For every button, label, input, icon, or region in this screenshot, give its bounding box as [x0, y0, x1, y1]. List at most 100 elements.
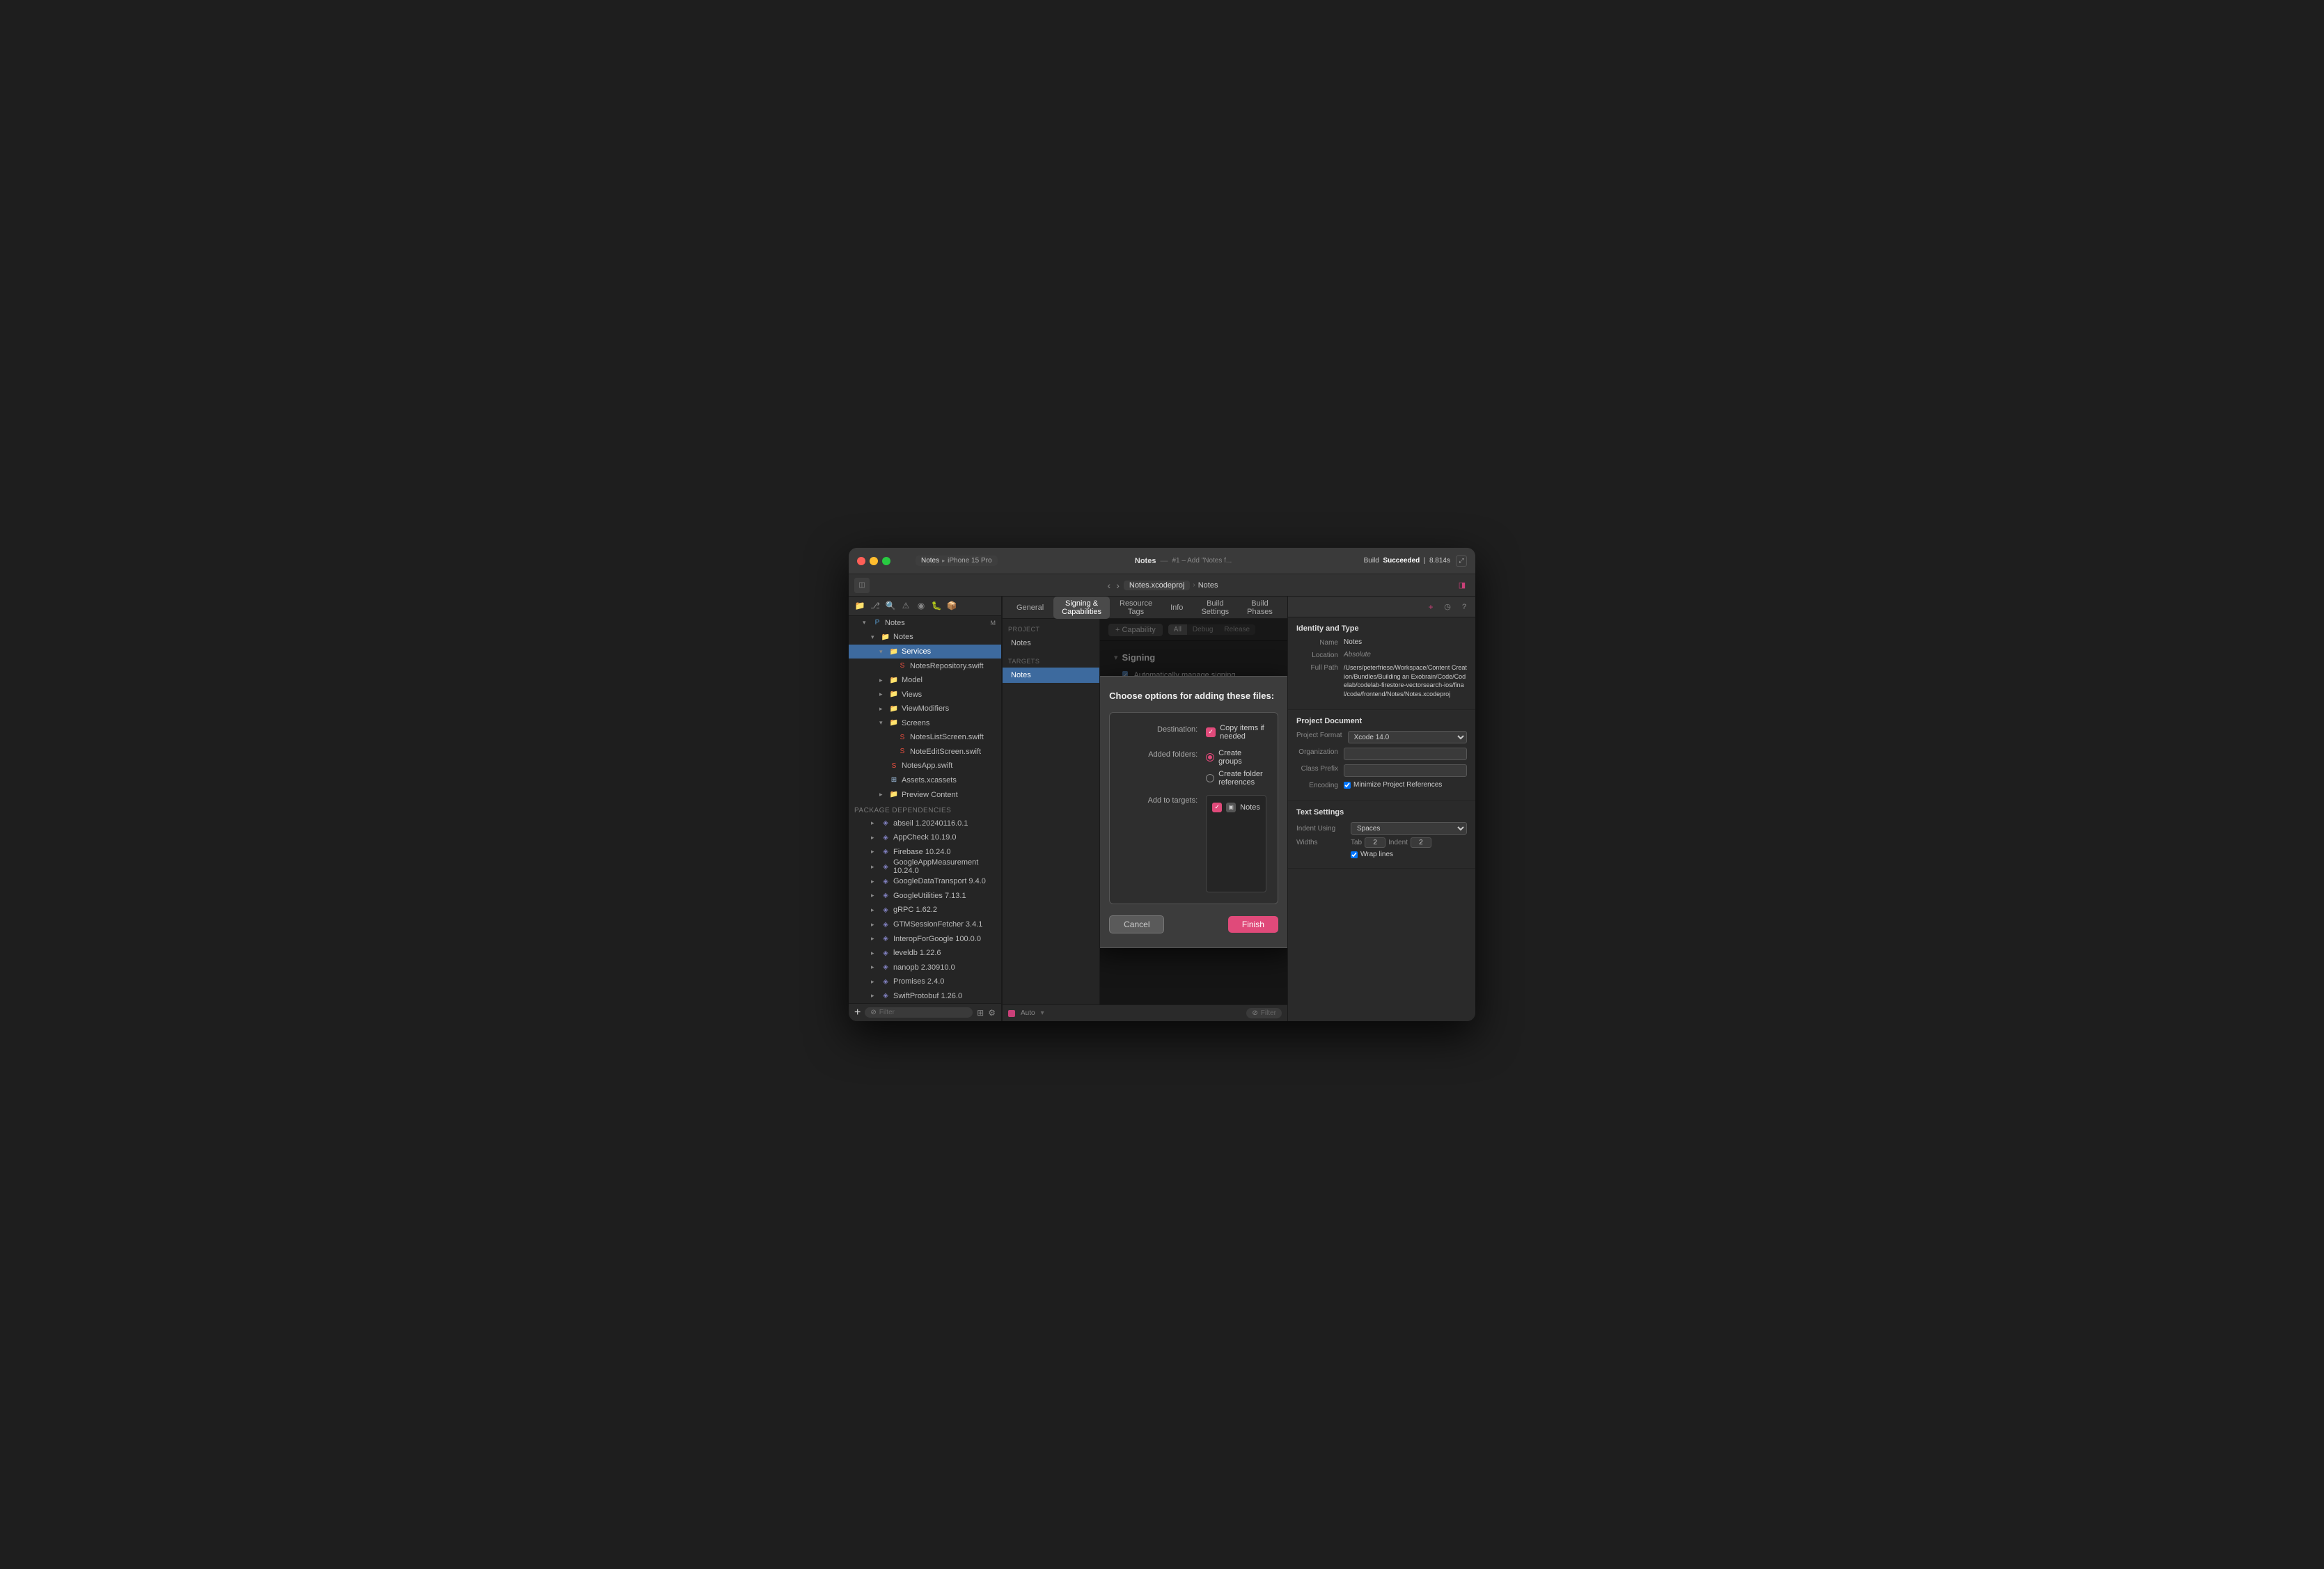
expand-button[interactable]: ⤢	[1456, 555, 1467, 567]
create-folder-refs-radio[interactable]	[1206, 774, 1214, 782]
sidebar-sort-icon[interactable]: ⊞	[977, 1008, 984, 1018]
sidebar-pkg-googleutils[interactable]: ▸ ◈ GoogleUtilities 7.13.1	[849, 889, 1001, 904]
added-folders-label: Added folders:	[1121, 749, 1198, 759]
test-icon[interactable]: ◉	[916, 600, 927, 611]
filter-bottom[interactable]: ⊘ Filter	[1246, 1008, 1282, 1018]
sidebar-item-notesapp[interactable]: ▸ S NotesApp.swift	[849, 759, 1001, 773]
sidebar-item-services[interactable]: ▾ 📁 Services	[849, 645, 1001, 659]
project-subtitle: #1 – Add "Notes f...	[1172, 557, 1232, 565]
sidebar-item-noteedit[interactable]: ▸ S NoteEditScreen.swift	[849, 745, 1001, 759]
copy-items-row: ✓ Copy items if needed	[1206, 724, 1266, 741]
project-format-select[interactable]: Xcode 14.0	[1348, 731, 1467, 743]
package-icon[interactable]: 📦	[946, 600, 957, 611]
noteslist-label: NotesListScreen.swift	[910, 733, 996, 741]
tab-build-settings[interactable]: Build Settings	[1193, 597, 1237, 619]
search-icon[interactable]: 🔍	[885, 600, 896, 611]
folder-icon: 📁	[889, 704, 899, 713]
git-icon[interactable]: ⎇	[870, 600, 881, 611]
zoom-button[interactable]	[882, 557, 890, 565]
wrap-lines-checkbox[interactable]	[1351, 851, 1358, 858]
organization-label: Organization	[1296, 748, 1338, 756]
copy-items-checkbox[interactable]: ✓	[1206, 727, 1216, 737]
history-icon[interactable]: ◷	[1442, 601, 1453, 613]
sidebar-settings-icon[interactable]: ⚙	[988, 1008, 996, 1018]
notesapp-label: NotesApp.swift	[902, 762, 996, 770]
project-format-label: Project Format	[1296, 731, 1342, 739]
forward-arrow[interactable]: ›	[1115, 580, 1121, 591]
new-file-icon[interactable]: +	[1425, 601, 1436, 613]
pkg-icon: ◈	[881, 934, 890, 944]
help-icon[interactable]: ?	[1459, 601, 1470, 613]
added-folders-content: Create groups Create folder references	[1206, 749, 1266, 787]
sidebar-item-notes-folder[interactable]: ▾ 📁 Notes	[849, 630, 1001, 645]
filter-bar[interactable]: ⊘ Filter	[865, 1007, 973, 1018]
sidebar-pkg-nanopb[interactable]: ▸ ◈ nanopb 2.30910.0	[849, 960, 1001, 975]
warning-icon[interactable]: ⚠	[900, 600, 911, 611]
sidebar-item-assets[interactable]: ▸ ⊞ Assets.xcassets	[849, 773, 1001, 788]
add-file-button[interactable]: +	[854, 1007, 861, 1019]
editor-area: + Capability All Debug Release ▾ Signing	[1100, 619, 1287, 1004]
sidebar-pkg-gtmsession[interactable]: ▸ ◈ GTMSessionFetcher 3.4.1	[849, 917, 1001, 932]
target-notes-checkbox[interactable]: ✓	[1212, 803, 1222, 812]
encoding-checkbox[interactable]	[1344, 782, 1351, 789]
tab-info[interactable]: Info	[1162, 601, 1191, 615]
tab-general[interactable]: General	[1008, 601, 1052, 615]
sidebar-item-model[interactable]: ▸ 📁 Model	[849, 673, 1001, 688]
folder-icon[interactable]: 📁	[854, 600, 865, 611]
tab-width-input[interactable]	[1365, 837, 1385, 848]
project-notes-item[interactable]: Notes	[1003, 636, 1099, 651]
cancel-button[interactable]: Cancel	[1109, 915, 1164, 933]
titlebar-center: Notes — #1 – Add "Notes f...	[1009, 557, 1358, 565]
create-groups-radio[interactable]	[1206, 753, 1214, 762]
sidebar-pkg-swiftprotobuf[interactable]: ▸ ◈ SwiftProtobuf 1.26.0	[849, 988, 1001, 1003]
project-doc-section: Project Document Project Format Xcode 14…	[1288, 710, 1475, 801]
organization-input[interactable]	[1344, 748, 1467, 760]
breadcrumb-item-notes[interactable]: Notes	[1198, 581, 1218, 590]
swift-file-icon: S	[897, 661, 907, 671]
breadcrumb-file[interactable]: Notes.xcodeproj	[1124, 581, 1191, 590]
indent-width-input[interactable]	[1411, 837, 1431, 848]
titlebar: Notes ▸ iPhone 15 Pro Notes — #1 – Add "…	[849, 548, 1475, 574]
sidebar-pkg-googletransport[interactable]: ▸ ◈ GoogleDataTransport 9.4.0	[849, 874, 1001, 889]
sidebar-toggle[interactable]: ◫	[854, 578, 870, 593]
sidebar-pkg-grpc[interactable]: ▸ ◈ gRPC 1.62.2	[849, 903, 1001, 917]
sidebar-item-views[interactable]: ▸ 📁 Views	[849, 687, 1001, 702]
target-notes-item[interactable]: Notes	[1003, 668, 1099, 683]
sidebar-item-notesrepo[interactable]: ▸ S NotesRepository.swift	[849, 659, 1001, 673]
project-label: PROJECT	[1003, 624, 1099, 636]
minimize-button[interactable]	[870, 557, 878, 565]
class-prefix-input[interactable]	[1344, 764, 1467, 777]
sidebar-pkg-interop[interactable]: ▸ ◈ InteropForGoogle 100.0.0	[849, 931, 1001, 946]
sidebar-item-screens[interactable]: ▾ 📁 Screens	[849, 716, 1001, 731]
sidebar-pkg-promises[interactable]: ▸ ◈ Promises 2.4.0	[849, 975, 1001, 989]
sidebar-pkg-firebase[interactable]: ▸ ◈ Firebase 10.24.0	[849, 845, 1001, 860]
fullpath-label: Full Path	[1296, 663, 1338, 672]
sidebar-pkg-googleapp[interactable]: ▸ ◈ GoogleAppMeasurement 10.24.0	[849, 859, 1001, 874]
debug-icon[interactable]: 🐛	[931, 600, 942, 611]
right-toolbar: + ◷ ?	[1288, 597, 1475, 617]
tab-resource-tags[interactable]: Resource Tags	[1111, 597, 1161, 619]
tab-signing[interactable]: Signing & Capabilities	[1053, 597, 1110, 619]
sidebar-pkg-appcheck[interactable]: ▸ ◈ AppCheck 10.19.0	[849, 830, 1001, 845]
pkg-googletransport-label: GoogleDataTransport 9.4.0	[893, 877, 996, 885]
scheme-selector[interactable]: Notes ▸ iPhone 15 Pro	[916, 555, 998, 566]
sidebar-pkg-leveldb[interactable]: ▸ ◈ leveldb 1.22.6	[849, 946, 1001, 961]
sidebar-item-preview[interactable]: ▸ 📁 Preview Content	[849, 787, 1001, 802]
indent-using-select[interactable]: Spaces	[1351, 822, 1467, 835]
folder-icon: 📁	[889, 790, 899, 800]
inspector-icon[interactable]: ◨	[1454, 578, 1470, 593]
arrow-right-icon: ▸	[871, 848, 878, 856]
back-arrow[interactable]: ‹	[1106, 580, 1113, 591]
encoding-label: Encoding	[1296, 781, 1338, 789]
sidebar-root-notes[interactable]: ▾ P Notes M	[849, 616, 1001, 631]
tab-build-phases[interactable]: Build Phases	[1239, 597, 1281, 619]
arrow-right-icon: ▸	[871, 992, 878, 1000]
finish-button[interactable]: Finish	[1228, 916, 1278, 933]
sidebar-item-viewmodifiers[interactable]: ▸ 📁 ViewModifiers	[849, 702, 1001, 716]
tab-build-rules[interactable]: Build Rules	[1282, 597, 1287, 619]
model-label: Model	[902, 676, 996, 684]
content-panels: PROJECT Notes TARGETS Notes + Capability	[1003, 619, 1287, 1004]
close-button[interactable]	[857, 557, 865, 565]
sidebar-item-noteslist[interactable]: ▸ S NotesListScreen.swift	[849, 730, 1001, 745]
sidebar-pkg-abseil[interactable]: ▸ ◈ abseil 1.20240116.0.1	[849, 816, 1001, 830]
